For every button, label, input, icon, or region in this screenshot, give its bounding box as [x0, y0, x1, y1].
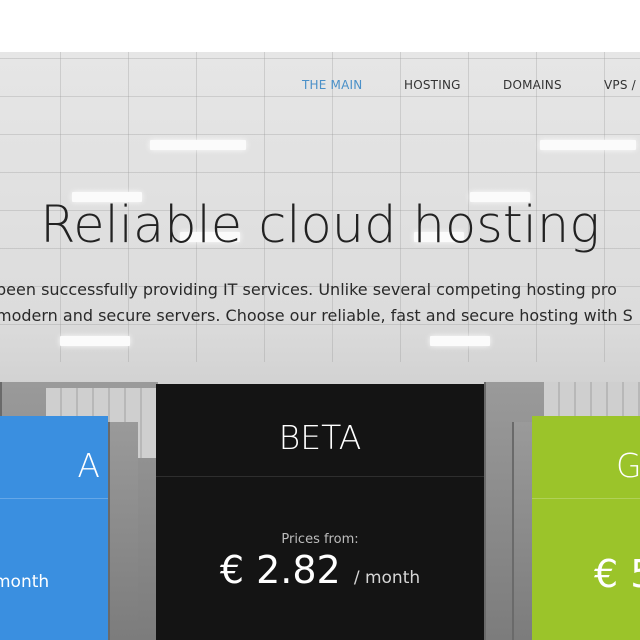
plan-price-row: month	[0, 572, 108, 592]
ceiling-light	[430, 336, 490, 346]
server-rack	[108, 422, 138, 640]
intro-text-line-1: been successfully providing IT services.…	[0, 280, 617, 299]
page-headline: Reliable cloud hosting	[40, 196, 600, 255]
plan-card-gamma[interactable]: G € 5	[532, 416, 640, 640]
plan-title: G	[616, 446, 640, 485]
ceiling-light	[150, 140, 246, 150]
ceiling-light	[540, 140, 636, 150]
plan-price-row: € 2.82 / month	[156, 548, 484, 592]
ceiling-light	[60, 336, 130, 346]
card-divider	[532, 498, 640, 499]
nav-item-hosting[interactable]: HOSTING	[404, 78, 461, 92]
plan-price-row: € 5	[594, 552, 640, 596]
prices-from-label: Prices from:	[281, 532, 359, 547]
plan-card-beta[interactable]: BETA Prices from: € 2.82 / month	[156, 384, 484, 640]
nav-item-domains[interactable]: DOMAINS	[503, 78, 562, 92]
main-nav: THE MAIN HOSTING DOMAINS VPS /	[0, 78, 640, 98]
plan-card-alpha[interactable]: A month	[0, 416, 108, 640]
nav-item-vps[interactable]: VPS /	[604, 78, 636, 92]
plan-price-unit: month	[0, 572, 50, 592]
plan-price-amount: € 5	[594, 552, 640, 596]
plan-price-unit: / month	[353, 568, 421, 588]
top-white-bar	[0, 0, 640, 52]
plan-title: BETA	[278, 418, 362, 457]
nav-item-the-main[interactable]: THE MAIN	[302, 78, 362, 92]
intro-text-line-2: modern and secure servers. Choose our re…	[0, 306, 633, 325]
card-divider	[156, 476, 484, 477]
plan-price-amount: € 2.82	[219, 548, 341, 592]
plan-title: A	[77, 446, 100, 485]
card-divider	[0, 498, 108, 499]
